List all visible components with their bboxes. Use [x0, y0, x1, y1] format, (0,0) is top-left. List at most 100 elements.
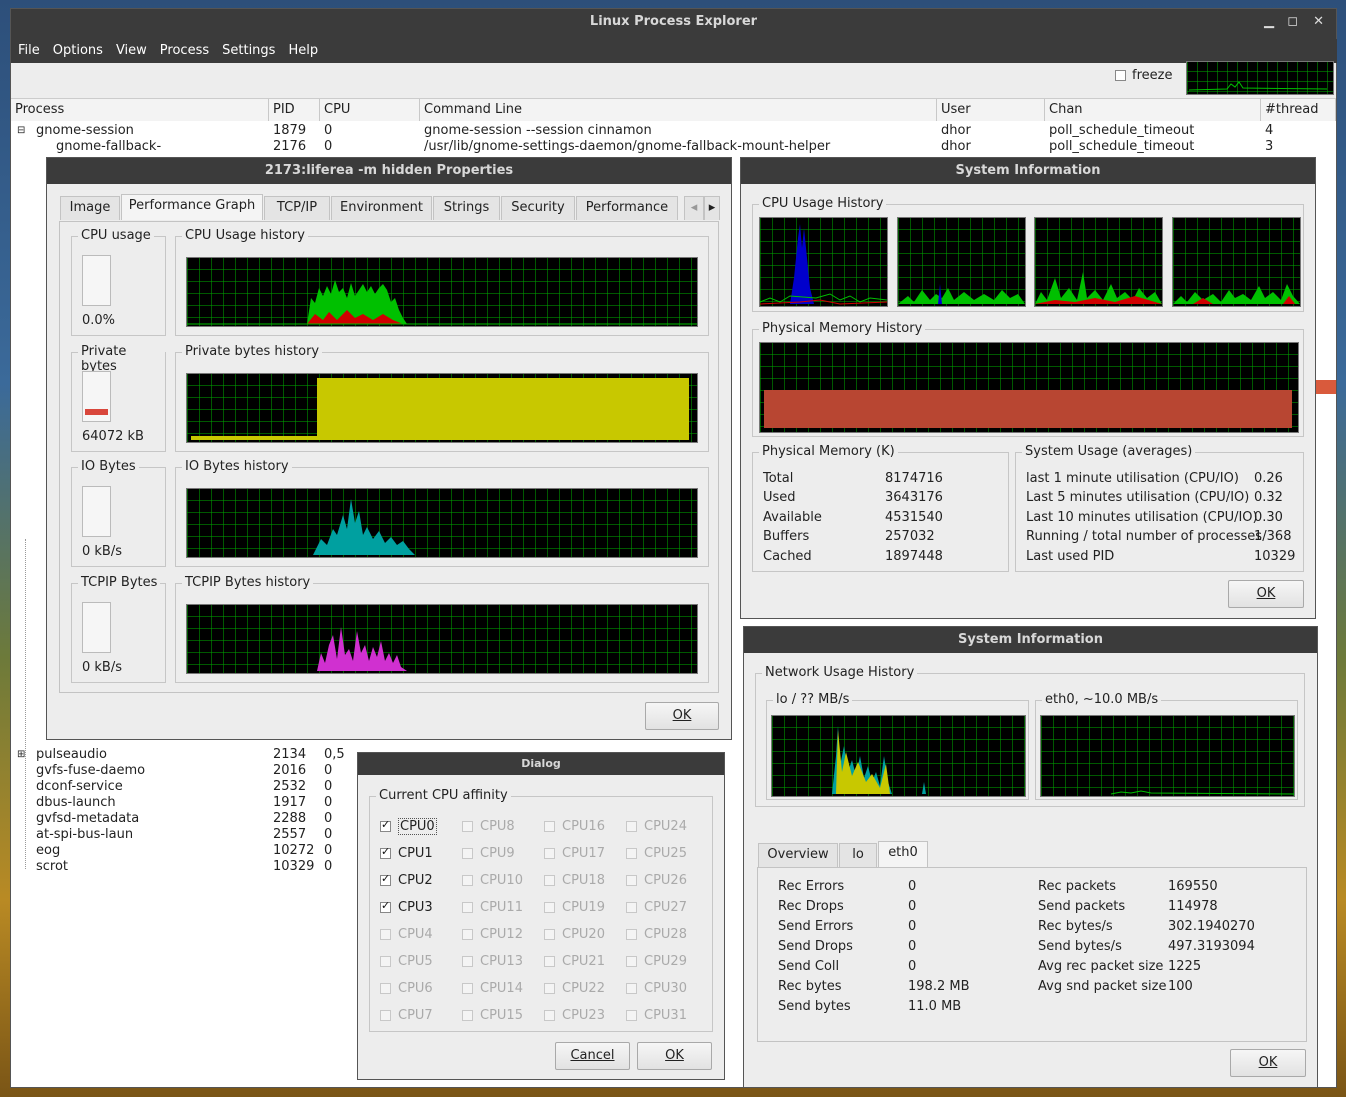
main-title-bar[interactable]: Linux Process Explorer ▁ ◻ ✕	[11, 9, 1336, 39]
cpu-checkbox-label: CPU22	[562, 981, 605, 996]
col-process[interactable]: Process	[11, 99, 269, 121]
cpu-checkbox	[544, 902, 555, 913]
close-icon[interactable]: ✕	[1313, 9, 1324, 35]
tab-performance[interactable]: Performance	[576, 196, 678, 220]
tab-security[interactable]: Security	[501, 196, 575, 220]
menu-process[interactable]: Process	[153, 39, 215, 58]
cpu-history-graph	[186, 257, 698, 327]
col-command-line[interactable]: Command Line	[420, 99, 937, 121]
system-usage-label: System Usage (averages)	[1022, 444, 1196, 459]
network-tabs: Overview lo eth0	[758, 841, 1058, 869]
cpu-checkbox	[544, 1010, 555, 1021]
menu-bar: File Options View Process Settings Help	[11, 39, 1337, 63]
process-cmd: /usr/lib/gnome-settings-daemon/gnome-fal…	[424, 139, 831, 154]
cpu-checkbox	[462, 875, 473, 886]
table-row[interactable]: gvfs-fuse-daemo 2016 0	[11, 763, 356, 779]
private-bytes-bar-fill	[85, 409, 108, 415]
cpu-checkbox[interactable]	[380, 872, 391, 886]
cpu-checkbox-label: CPU19	[562, 900, 605, 915]
dialog-cancel-button[interactable]: Cancel	[555, 1042, 630, 1070]
menu-settings[interactable]: Settings	[215, 39, 281, 58]
table-row[interactable]: ⊟ gnome-session 1879 0 gnome-session --s…	[11, 123, 1336, 139]
eth0-history-graph	[1040, 715, 1295, 797]
cpu-checkbox	[626, 821, 637, 832]
freeze-checkbox[interactable]	[1115, 70, 1126, 81]
cpu-checkbox	[380, 983, 391, 994]
cpu-checkbox	[626, 848, 637, 859]
col-chan[interactable]: Chan	[1045, 99, 1261, 121]
system-info-title-bar[interactable]: System Information	[741, 158, 1315, 184]
col-threads[interactable]: #thread	[1261, 99, 1336, 121]
expand-icon[interactable]: ⊞	[17, 747, 25, 763]
cpu-checkbox-label: CPU23	[562, 1008, 605, 1023]
stat-value: 497.3193094	[1168, 939, 1255, 954]
physical-memory-group: Physical Memory (K) Total 8174716 Used 364…	[752, 444, 1009, 572]
properties-window: 2173:liferea -m hidden Properties Image …	[46, 157, 732, 740]
table-row[interactable]: scrot 10329 0	[11, 859, 356, 875]
cpu-checkbox	[462, 956, 473, 967]
stat-key: Avg snd packet size	[1038, 979, 1167, 994]
minimize-icon[interactable]: ▁	[1264, 9, 1274, 35]
properties-title-bar[interactable]: 2173:liferea -m hidden Properties	[47, 158, 731, 184]
cpu-checkbox-label: CPU10	[480, 873, 523, 888]
table-row[interactable]: gvfsd-metadata 2288 0	[11, 811, 356, 827]
tab-strings[interactable]: Strings	[433, 196, 500, 220]
tab-image[interactable]: Image	[60, 196, 120, 220]
menu-file[interactable]: File	[11, 39, 46, 58]
cpu-checkbox-label: CPU16	[562, 819, 605, 834]
phys-key: Used	[763, 490, 796, 505]
stat-key: Rec Errors	[778, 879, 845, 894]
col-pid[interactable]: PID	[269, 99, 320, 121]
tab-performance-graph[interactable]: Performance Graph	[121, 194, 263, 220]
cpu-checkbox	[626, 1010, 637, 1021]
process-user: dhor	[941, 139, 971, 154]
properties-ok-label: OK	[672, 708, 692, 723]
menu-help[interactable]: Help	[281, 39, 324, 58]
table-row[interactable]: dbus-launch 1917 0	[11, 795, 356, 811]
cpu-checkbox[interactable]	[380, 818, 391, 832]
col-user[interactable]: User	[937, 99, 1045, 121]
col-cpu[interactable]: CPU	[320, 99, 420, 121]
cpu-checkbox-label: CPU29	[644, 954, 687, 969]
table-row[interactable]: dconf-service 2532 0	[11, 779, 356, 795]
table-row[interactable]: gnome-fallback- 2176 0 /usr/lib/gnome-se…	[11, 139, 1336, 155]
table-row[interactable]: at-spi-bus-laun 2557 0	[11, 827, 356, 843]
process-cpu: 0	[324, 763, 333, 778]
phys-key: Total	[763, 471, 794, 486]
cpu-checkbox[interactable]	[380, 845, 391, 859]
menu-options[interactable]: Options	[46, 39, 109, 58]
tab-lo[interactable]: lo	[839, 843, 877, 867]
cpu-checkbox-label: CPU8	[480, 819, 515, 834]
private-history-label: Private bytes history	[182, 344, 323, 359]
usage-value: 10329	[1254, 549, 1296, 564]
process-name: gnome-fallback-	[56, 139, 162, 154]
cpu-checkbox[interactable]	[380, 899, 391, 913]
network-info-ok-button[interactable]: OK	[1230, 1049, 1306, 1077]
tab-scroll-right-icon[interactable]: ▸	[704, 196, 720, 220]
phys-key: Cached	[763, 549, 812, 564]
stat-value: 0	[908, 939, 917, 954]
tab-scroll-left-icon[interactable]: ◂	[684, 196, 704, 220]
stat-key: Rec Drops	[778, 899, 844, 914]
process-pid: 2288	[273, 811, 307, 826]
network-info-title-bar[interactable]: System Information	[744, 627, 1317, 653]
cpu-checkbox-label: CPU21	[562, 954, 605, 969]
process-cpu: 0	[324, 123, 333, 138]
maximize-icon[interactable]: ◻	[1287, 9, 1298, 35]
table-row[interactable]: eog 10272 0	[11, 843, 356, 859]
dialog-title-bar[interactable]: Dialog	[358, 753, 724, 775]
properties-ok-button[interactable]: OK	[645, 702, 719, 730]
tab-overview[interactable]: Overview	[758, 843, 838, 867]
expand-icon[interactable]: ⊟	[17, 123, 25, 139]
process-name: gvfsd-metadata	[36, 811, 140, 826]
cpu-checkbox-label: CPU27	[644, 900, 687, 915]
tab-tcpip[interactable]: TCP/IP	[264, 196, 330, 220]
tab-eth0[interactable]: eth0	[878, 841, 928, 867]
io-bytes-value: 0 kB/s	[82, 544, 123, 559]
menu-view[interactable]: View	[109, 39, 153, 58]
dialog-ok-button[interactable]: OK	[637, 1042, 712, 1070]
cpu-checkbox-label: CPU31	[644, 1008, 687, 1023]
tab-environment[interactable]: Environment	[331, 196, 432, 220]
system-info-ok-button[interactable]: OK	[1228, 580, 1304, 608]
table-row[interactable]: ⊞ pulseaudio 2134 0,5	[11, 747, 411, 763]
